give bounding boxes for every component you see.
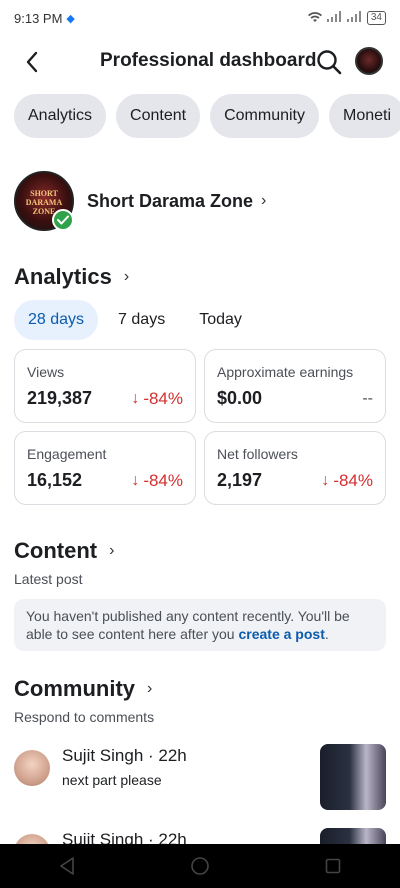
views-row: 219,387 ↓ -84% xyxy=(27,388,183,409)
engagement-value: 16,152 xyxy=(27,470,83,490)
analytics-range-tabs: 28 days 7 days Today xyxy=(14,300,262,340)
triangle-back-icon xyxy=(59,857,74,875)
earnings-delta: -- xyxy=(362,389,373,407)
views-delta: ↓ -84% xyxy=(131,389,183,409)
profile-name: Short Darama Zone xyxy=(87,190,254,211)
notification-icon: ◆ xyxy=(66,12,75,25)
chevron-right-icon: › xyxy=(147,680,153,697)
chevron-left-icon xyxy=(26,51,38,73)
category-chips: Analytics Content Community Moneti xyxy=(14,94,400,138)
earnings-card[interactable]: Approximate earnings $0.00 -- xyxy=(204,349,386,423)
create-post-link[interactable]: create a post xyxy=(238,626,324,642)
comment-item[interactable]: Sujit Singh · 22h next part please xyxy=(14,744,386,812)
signal-icon-2 xyxy=(346,11,363,25)
system-nav-bar xyxy=(0,844,400,888)
signal-icon xyxy=(326,11,343,25)
nav-recents-button[interactable] xyxy=(311,844,355,888)
analytics-title: Analytics xyxy=(14,264,112,289)
status-bar: 9:13 PM ◆ 34 xyxy=(0,0,400,36)
followers-label: Net followers xyxy=(217,446,298,462)
header: Professional dashboard xyxy=(0,38,400,86)
chevron-right-icon: › xyxy=(109,542,115,559)
square-recents-icon xyxy=(326,858,341,874)
nav-home-button[interactable] xyxy=(178,844,222,888)
notice-end: . xyxy=(324,626,329,642)
avatar[interactable] xyxy=(14,750,50,786)
engagement-row: 16,152 ↓ -84% xyxy=(27,470,183,491)
chip-analytics[interactable]: Analytics xyxy=(14,94,107,138)
arrow-down-icon: ↓ xyxy=(321,471,330,489)
back-button[interactable] xyxy=(18,48,46,76)
followers-delta-value: -84% xyxy=(333,470,373,490)
search-icon xyxy=(317,50,342,75)
chevron-right-icon: › xyxy=(261,192,267,209)
profile-avatar: SHORT DARAMA ZONE xyxy=(14,171,74,231)
engagement-label: Engagement xyxy=(27,446,107,462)
status-left: 9:13 PM ◆ xyxy=(14,11,75,26)
earnings-value: $0.00 xyxy=(217,388,263,408)
engagement-delta: ↓ -84% xyxy=(131,471,183,491)
community-heading[interactable]: Community › xyxy=(14,676,152,702)
tab-7-days[interactable]: 7 days xyxy=(104,300,179,340)
chip-monetization[interactable]: Moneti xyxy=(328,94,400,138)
arrow-down-icon: ↓ xyxy=(131,471,140,489)
status-time: 9:13 PM xyxy=(14,10,63,26)
chevron-right-icon: › xyxy=(123,268,130,285)
followers-card[interactable]: Net followers 2,197 ↓ -84% xyxy=(204,431,386,505)
content-subtitle: Latest post xyxy=(14,571,83,587)
engagement-card[interactable]: Engagement 16,152 ↓ -84% xyxy=(14,431,196,505)
earnings-row: $0.00 -- xyxy=(217,388,373,409)
tab-28-days[interactable]: 28 days xyxy=(14,300,99,340)
content-empty-notice: You haven't published any content recent… xyxy=(14,599,386,651)
content-heading[interactable]: Content › xyxy=(14,538,114,564)
tab-today[interactable]: Today xyxy=(185,300,256,340)
engagement-delta-value: -84% xyxy=(143,470,183,490)
nav-back-button[interactable] xyxy=(45,844,89,888)
account-avatar-button[interactable] xyxy=(355,47,383,75)
community-title: Community xyxy=(14,676,135,701)
circle-home-icon xyxy=(191,857,209,875)
page-title: Professional dashboard xyxy=(100,50,317,71)
community-subtitle: Respond to comments xyxy=(14,709,155,725)
comment-text: next part please xyxy=(62,772,162,788)
profile-row[interactable]: SHORT DARAMA ZONE Short Darama Zone › xyxy=(14,170,386,232)
wifi-icon xyxy=(307,11,323,26)
post-thumbnail[interactable] xyxy=(320,744,386,810)
views-card[interactable]: Views 219,387 ↓ -84% xyxy=(14,349,196,423)
views-label: Views xyxy=(27,364,65,380)
status-right: 34 xyxy=(307,11,386,26)
views-value: 219,387 xyxy=(27,388,93,408)
followers-row: 2,197 ↓ -84% xyxy=(217,470,373,491)
comment-author: Sujit Singh · 22h xyxy=(62,746,187,765)
followers-value: 2,197 xyxy=(217,470,263,490)
arrow-down-icon: ↓ xyxy=(131,389,140,407)
battery-icon: 34 xyxy=(366,11,386,25)
followers-delta: ↓ -84% xyxy=(321,471,373,491)
content-title: Content xyxy=(14,538,98,563)
views-delta-value: -84% xyxy=(143,388,183,408)
chip-content[interactable]: Content xyxy=(116,94,201,138)
analytics-heading[interactable]: Analytics › xyxy=(14,264,129,290)
verified-check-icon xyxy=(52,209,74,231)
search-button[interactable] xyxy=(315,48,343,76)
chip-community[interactable]: Community xyxy=(210,94,319,138)
earnings-label: Approximate earnings xyxy=(217,364,354,380)
